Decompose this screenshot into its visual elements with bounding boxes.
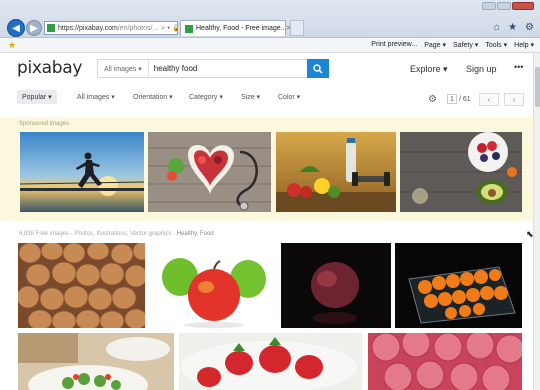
sponsored-image-heart-bowl[interactable] [148,132,271,212]
sponsored-label: Sponsored images [19,121,70,127]
result-image-plum[interactable] [281,243,391,328]
command-bar: ★ Print preview... Page ▾ Safety ▾ Tools… [0,38,540,53]
oranges-photo [395,243,522,328]
heart-bowl-photo [148,132,271,212]
next-page-button[interactable]: › [504,93,524,106]
tab-label: Healthy, Food - Free image... [196,25,287,32]
apples-photo [150,243,276,328]
sponsored-section: Sponsored images [0,117,533,221]
tab-pixabay[interactable]: Healthy, Food - Free image... × [180,20,291,36]
page-scrollbar[interactable] [533,53,540,390]
mouse-cursor-icon: ⬉ [526,229,534,239]
more-menu-icon[interactable]: ••• [514,62,523,72]
strawberries-photo [179,333,362,390]
lychee-photo [368,333,522,390]
explore-menu[interactable]: Explore ▾ [410,64,448,75]
browser-titlebar: ◀ ▶ https://pixabay.com/en/photos/... ⌕ … [0,0,540,38]
magnifier-icon [313,63,323,74]
close-window-button[interactable] [512,2,534,10]
address-bar[interactable]: https://pixabay.com/en/photos/... ⌕ ▾ 🔒 … [44,21,178,35]
site-header: pixabay All images ▾ Explore ▾ Sign up •… [0,53,540,83]
runner-photo [20,132,144,212]
back-arrow-icon: ◀ [12,22,20,34]
scrollbar-thumb[interactable] [535,67,540,107]
salad-photo [18,333,174,390]
result-image-lychee[interactable] [368,333,522,390]
command-items: Print preview... Page ▾ Safety ▾ Tools ▾… [371,41,534,49]
tab-favicon-icon [185,24,193,33]
onions-photo [18,243,145,328]
result-image-oranges[interactable] [395,243,522,328]
prev-page-button[interactable]: ‹ [479,93,499,106]
result-image-salad[interactable] [18,333,174,390]
cmd-safety[interactable]: Safety ▾ [453,41,478,49]
forward-arrow-icon: ▶ [30,22,38,34]
home-icon[interactable]: ⌂ [494,22,500,33]
favorites-star-icon[interactable]: ★ [8,40,16,51]
maximize-button[interactable] [497,2,511,10]
signup-link[interactable]: Sign up [466,64,497,74]
page-input[interactable]: 1 [447,94,457,104]
cmd-help[interactable]: Help ▾ [514,41,534,49]
filter-all-images[interactable]: All images ▾ [77,93,115,101]
results-query: Healthy, Food [176,231,214,237]
result-image-strawberries[interactable] [179,333,362,390]
results-count: 6,838 Free images · Photos, Illustration… [19,231,214,237]
forward-button[interactable]: ▶ [26,20,42,36]
pixabay-logo[interactable]: pixabay [17,58,82,78]
cmd-print-preview[interactable]: Print preview... [371,41,417,49]
berries-photo [400,132,522,212]
search-input[interactable] [148,64,299,73]
site-favicon-icon [47,24,55,32]
pagination: 1 / 61 [447,94,471,104]
cmd-tools[interactable]: Tools ▾ [485,41,507,49]
result-image-onions[interactable] [18,243,145,328]
browser-tools: ⌂ ★ ⚙ [494,22,534,33]
sponsored-image-berries[interactable] [400,132,522,212]
gear-icon[interactable]: ⚙ [428,94,437,105]
filter-category[interactable]: Category ▾ [189,93,223,101]
address-url: https://pixabay.com/en/photos/... [58,24,159,32]
page-total: / 61 [459,95,471,103]
gear-icon[interactable]: ⚙ [525,22,534,33]
filter-orientation[interactable]: Orientation ▾ [133,93,173,101]
filter-color[interactable]: Color ▾ [278,93,300,101]
sponsored-image-fitness-food[interactable] [276,132,396,212]
star-icon[interactable]: ★ [508,22,517,33]
filter-popular[interactable]: Popular ▾ [17,90,57,104]
plum-photo [281,243,391,328]
result-image-apples[interactable] [150,243,276,328]
fitness-food-photo [276,132,396,212]
cmd-page[interactable]: Page ▾ [424,41,446,49]
search-category-dropdown[interactable]: All images ▾ [98,60,149,77]
window-controls [482,2,534,10]
search-box: All images ▾ [97,59,308,78]
minimize-button[interactable] [482,2,496,10]
address-bar-icons[interactable]: ⌕ ▾ 🔒 ↻ [161,24,177,33]
search-button[interactable] [307,59,329,78]
back-button[interactable]: ◀ [7,19,25,37]
new-tab-button[interactable] [290,20,304,36]
filter-bar: Popular ▾ All images ▾ Orientation ▾ Cat… [0,89,540,111]
filter-size[interactable]: Size ▾ [241,93,260,101]
sponsored-image-runner[interactable] [20,132,144,212]
